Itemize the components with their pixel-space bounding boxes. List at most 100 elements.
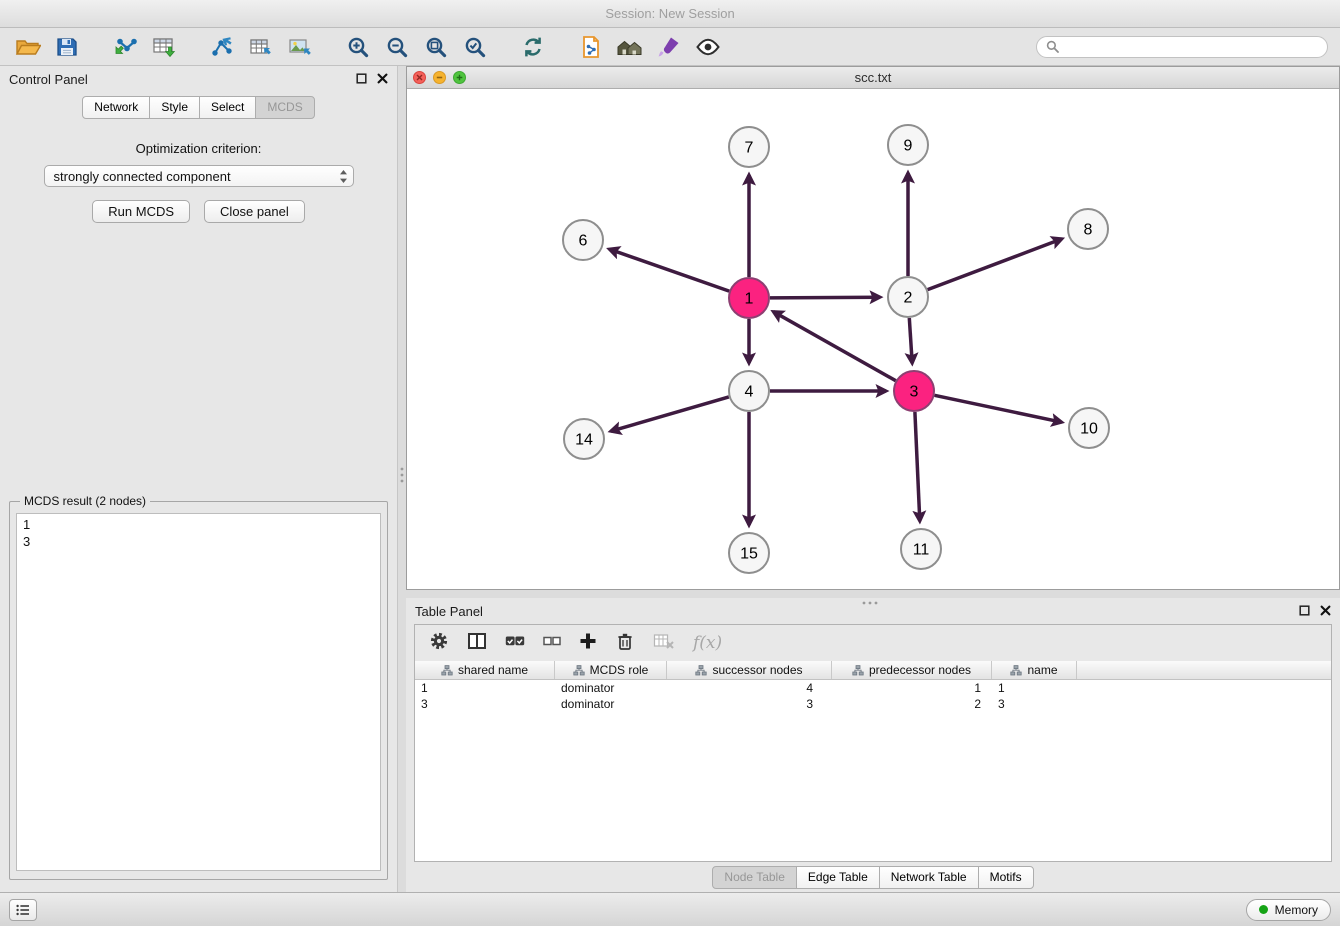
refresh-view-button[interactable] bbox=[517, 32, 549, 62]
apply-style-button[interactable] bbox=[653, 32, 685, 62]
column-header-shared-name[interactable]: shared name bbox=[415, 661, 555, 679]
table-cell[interactable]: 3 bbox=[667, 697, 832, 711]
table-cell[interactable]: 1 bbox=[415, 681, 555, 695]
zoom-in-button[interactable] bbox=[342, 32, 374, 62]
zoom-out-button[interactable] bbox=[381, 32, 413, 62]
window-title: Session: New Session bbox=[605, 6, 734, 21]
tab-edge-table[interactable]: Edge Table bbox=[796, 866, 880, 889]
main-toolbar bbox=[0, 28, 1340, 66]
table-cell[interactable]: 2 bbox=[832, 697, 992, 711]
node-label: 4 bbox=[745, 384, 754, 401]
import-network-button[interactable] bbox=[109, 32, 141, 62]
edge-1-2[interactable] bbox=[770, 297, 880, 298]
node-11[interactable]: 11 bbox=[901, 529, 941, 569]
tab-network[interactable]: Network bbox=[82, 96, 150, 119]
sort-hierarchy-icon bbox=[441, 665, 453, 676]
horizontal-splitter[interactable] bbox=[406, 590, 1340, 598]
export-image-button[interactable] bbox=[284, 32, 316, 62]
close-panel-icon[interactable] bbox=[1320, 604, 1331, 619]
show-graphics-details-button[interactable] bbox=[692, 32, 724, 62]
export-table-button[interactable] bbox=[245, 32, 277, 62]
node-3[interactable]: 3 bbox=[894, 371, 934, 411]
table-cell[interactable]: 1 bbox=[832, 681, 992, 695]
tab-network-table[interactable]: Network Table bbox=[879, 866, 979, 889]
table-panel-title: Table Panel bbox=[415, 604, 483, 619]
node-14[interactable]: 14 bbox=[564, 419, 604, 459]
float-panel-icon[interactable] bbox=[356, 72, 367, 87]
tab-mcds[interactable]: MCDS bbox=[255, 96, 314, 119]
import-table-button[interactable] bbox=[148, 32, 180, 62]
node-4[interactable]: 4 bbox=[729, 371, 769, 411]
node-7[interactable]: 7 bbox=[729, 127, 769, 167]
table-row[interactable]: 3dominator323 bbox=[415, 696, 1331, 712]
edge-2-3[interactable] bbox=[909, 318, 912, 363]
table-cell[interactable]: 1 bbox=[992, 681, 1077, 695]
mcds-result-text[interactable]: 1 3 bbox=[16, 513, 381, 871]
edge-4-14[interactable] bbox=[611, 397, 729, 431]
delete-row-button[interactable] bbox=[615, 631, 635, 656]
optimization-criterion-select[interactable]: strongly connected component bbox=[44, 165, 354, 187]
table-cell[interactable]: 3 bbox=[992, 697, 1077, 711]
node-2[interactable]: 2 bbox=[888, 277, 928, 317]
save-session-button[interactable] bbox=[51, 32, 83, 62]
show-columns-button[interactable] bbox=[467, 631, 487, 656]
open-session-button[interactable] bbox=[12, 32, 44, 62]
new-network-from-selection-button[interactable] bbox=[575, 32, 607, 62]
window-close-icon[interactable] bbox=[413, 71, 426, 84]
node-label: 7 bbox=[745, 140, 754, 157]
table-cell[interactable]: dominator bbox=[555, 681, 667, 695]
apply-function-button[interactable]: f(x) bbox=[693, 633, 722, 653]
memory-button[interactable]: Memory bbox=[1246, 899, 1331, 921]
edge-3-1[interactable] bbox=[773, 312, 895, 381]
float-panel-icon[interactable] bbox=[1299, 604, 1310, 619]
splitter-grip-icon bbox=[400, 466, 404, 489]
node-9[interactable]: 9 bbox=[888, 125, 928, 165]
control-panel-tabs: Network Style Select MCDS bbox=[0, 96, 397, 119]
column-header-predecessor-nodes[interactable]: predecessor nodes bbox=[832, 661, 992, 679]
select-all-button[interactable] bbox=[505, 632, 525, 655]
tab-node-table[interactable]: Node Table bbox=[712, 866, 797, 889]
delete-table-button[interactable] bbox=[653, 631, 675, 656]
add-row-button[interactable] bbox=[579, 632, 597, 655]
export-network-button[interactable] bbox=[206, 32, 238, 62]
control-panel-header: Control Panel bbox=[0, 66, 397, 92]
edge-1-6[interactable] bbox=[609, 249, 729, 291]
edge-2-8[interactable] bbox=[928, 239, 1062, 290]
column-header-successor-nodes[interactable]: successor nodes bbox=[667, 661, 832, 679]
tab-select[interactable]: Select bbox=[199, 96, 256, 119]
edge-3-10[interactable] bbox=[935, 395, 1062, 422]
node-8[interactable]: 8 bbox=[1068, 209, 1108, 249]
close-panel-button[interactable]: Close panel bbox=[204, 200, 305, 223]
run-mcds-button[interactable]: Run MCDS bbox=[92, 200, 190, 223]
export-table-icon bbox=[248, 35, 274, 59]
window-minimize-icon[interactable] bbox=[433, 71, 446, 84]
network-canvas[interactable]: 7 9 6 8 1 2 4 3 14 10 15 11 bbox=[407, 89, 1339, 589]
table-cell[interactable]: 4 bbox=[667, 681, 832, 695]
zoom-selected-button[interactable] bbox=[459, 32, 491, 62]
node-15[interactable]: 15 bbox=[729, 533, 769, 573]
table-settings-button[interactable] bbox=[429, 631, 449, 656]
task-history-button[interactable] bbox=[9, 899, 37, 921]
first-neighbors-button[interactable] bbox=[614, 32, 646, 62]
edge-3-11[interactable] bbox=[915, 412, 920, 521]
node-1[interactable]: 1 bbox=[729, 278, 769, 318]
table-cell[interactable]: 3 bbox=[415, 697, 555, 711]
search-box[interactable] bbox=[1036, 36, 1328, 58]
column-header-MCDS-role[interactable]: MCDS role bbox=[555, 661, 667, 679]
node-10[interactable]: 10 bbox=[1069, 408, 1109, 448]
node-6[interactable]: 6 bbox=[563, 220, 603, 260]
vertical-splitter[interactable] bbox=[398, 66, 406, 892]
table-cell[interactable]: dominator bbox=[555, 697, 667, 711]
sort-hierarchy-icon bbox=[1010, 665, 1022, 676]
close-panel-icon[interactable] bbox=[377, 72, 388, 87]
tab-motifs[interactable]: Motifs bbox=[978, 866, 1034, 889]
column-header-name[interactable]: name bbox=[992, 661, 1077, 679]
zoom-fit-button[interactable] bbox=[420, 32, 452, 62]
table-row[interactable]: 1dominator411 bbox=[415, 680, 1331, 696]
window-zoom-icon[interactable] bbox=[453, 71, 466, 84]
search-input[interactable] bbox=[1064, 40, 1318, 54]
network-window-titlebar[interactable]: scc.txt bbox=[407, 67, 1339, 89]
tab-style[interactable]: Style bbox=[149, 96, 200, 119]
mcds-result-title: MCDS result (2 nodes) bbox=[20, 494, 150, 508]
deselect-all-button[interactable] bbox=[543, 633, 561, 654]
